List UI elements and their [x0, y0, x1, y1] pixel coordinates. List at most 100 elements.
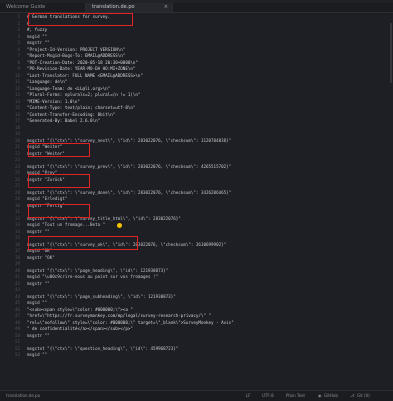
code-text: msgstr "" [27, 40, 50, 45]
code-text: "MIME-Version: 1.0\n" [27, 98, 80, 104]
line-number: 5 [17, 40, 20, 45]
line-number: 40 [14, 267, 20, 273]
code-line[interactable]: 50 msgstr "" [15, 333, 393, 339]
vertical-scrollbar[interactable] [389, 13, 393, 390]
code-text: "Content-Type: text/plain; charset=utf-8… [27, 105, 136, 110]
code-line[interactable]: 47 "href=\"https://fr.surveymonkey.com/mp… [15, 313, 393, 319]
line-number: 50 [14, 332, 20, 338]
code-line[interactable]: 6 "Project-Id-Version: PROJECT VERSION\n" [17, 46, 393, 53]
line-number: 39 [14, 261, 20, 266]
code-editor[interactable]: 1 # German translations for survey. 2 #3 #, … [15, 13, 393, 390]
line-number: 28 [14, 189, 20, 195]
line-number: 20 [14, 137, 20, 143]
code-line[interactable]: 18 [15, 125, 393, 131]
close-icon[interactable]: × [164, 3, 168, 12]
code-line[interactable]: 13 "Plural-Forms: nplurals=2; plural=(n !… [15, 92, 393, 98]
code-line[interactable]: 42 msgstr "" [15, 280, 393, 287]
code-line[interactable]: 44 msgctxt "{\"ctx\": \"page_subheading\"… [15, 293, 393, 300]
code-line[interactable]: 41 msgid "\u00c9crire-nous au point sur v… [15, 274, 393, 280]
code-line[interactable]: 51 [15, 339, 393, 345]
code-line[interactable]: 43 [15, 287, 393, 293]
code-line[interactable]: 40 msgctxt "{\"ctx\": \"page_heading\", \… [15, 268, 393, 274]
code-text: "POT-Creation-Date: 2020-05-18 20:30+000… [27, 59, 138, 65]
code-text: "Language-Team: de <LL@li.org>\n" [27, 85, 111, 91]
highlight-box-title [28, 236, 138, 250]
code-line[interactable]: 9 "PO-Revision-Date: YEAR-MO-DA HO:MI+ZON… [17, 66, 393, 72]
highlight-box-header [28, 13, 133, 26]
code-line[interactable]: 5 msgstr "" [17, 40, 393, 46]
code-line[interactable]: 53 msgid "" [15, 352, 393, 358]
code-text: msgctxt "{\"ctx\": \"survey_done\", \"id… [27, 189, 232, 195]
line-number: 48 [14, 319, 20, 325]
code-text: #, fuzzy [27, 27, 48, 32]
status-line-ending[interactable]: LF [246, 392, 251, 400]
tab-welcome-guide[interactable]: Welcome Guide [0, 3, 85, 12]
code-text: "Content-Transfer-Encoding: 8bit\n" [27, 111, 116, 117]
line-number: 25 [14, 170, 20, 175]
tab-translation-file[interactable]: translation.de.po × [85, 3, 173, 12]
status-encoding[interactable]: UTF-8 [262, 392, 274, 400]
code-text: "rel=\"nofollow\" style=\"color: #000000… [27, 319, 234, 325]
code-text: msgstr "OK" [27, 254, 55, 260]
code-text: "Project-Id-Version: PROJECT VERSION\n" [27, 46, 126, 52]
code-text: "<sub><span style=\"color: #000000;\"><a… [27, 306, 133, 312]
code-line[interactable]: 38 msgstr "OK" [15, 254, 393, 261]
line-number: 17 [14, 118, 20, 123]
line-number: 23 [14, 157, 20, 162]
line-number: 36 [14, 241, 20, 247]
code-line[interactable]: 10 "Last-Translator: FULL NAME <EMAIL@ADD… [15, 73, 393, 79]
code-line[interactable]: 46 "<sub><span style=\"color: #000000;\">… [15, 306, 393, 313]
code-text: "Generated-By: Babel 2.6.0\n" [27, 118, 101, 123]
code-line[interactable]: 15 "Content-Type: text/plain; charset=utf… [15, 105, 393, 111]
line-number: 27 [14, 183, 20, 188]
code-text: "Report-Msgid-Bugs-To: EMAIL@ADDRESS\n" [27, 53, 126, 58]
code-line[interactable]: 8 "POT-Creation-Date: 2020-05-18 20:30+00… [17, 59, 393, 66]
line-number: 33 [14, 222, 20, 227]
code-line[interactable]: 29 msgid "Erledigt" [15, 196, 393, 202]
code-line[interactable]: 34 msgstr "" [15, 229, 393, 235]
code-line[interactable]: 28 msgctxt "{\"ctx\": \"survey_done\", \"… [15, 189, 393, 196]
code-line[interactable]: 16 "Content-Transfer-Encoding: 8bit\n" [15, 111, 393, 118]
tab-bar: Welcome Guide translation.de.po × [0, 3, 393, 13]
status-github[interactable]: GitHub [324, 392, 338, 400]
git-icon[interactable]: ⎇ [350, 392, 355, 400]
code-text: "href=\"https://fr.surveymonkey.com/mp/l… [27, 313, 212, 318]
status-git[interactable]: Git (0) [357, 392, 370, 400]
line-number: 2 [17, 20, 20, 26]
status-file-name[interactable]: translation.de.po [6, 392, 40, 400]
code-line[interactable]: 48 "rel=\"nofollow\" style=\"color: #0000… [15, 319, 393, 326]
code-line[interactable]: 33 msgid "Tout un fromage...Beta " [15, 222, 393, 228]
line-number: 41 [14, 274, 20, 279]
line-number: 21 [14, 144, 20, 149]
code-text: msgid "\u00c9crire-nous au point sur vos… [27, 274, 159, 279]
code-line[interactable]: 14 "MIME-Version: 1.0\n" [15, 98, 393, 105]
code-line[interactable]: 23 [15, 157, 393, 163]
code-line[interactable]: 45 msgid "" [15, 300, 393, 306]
highlight-box-done [28, 204, 90, 218]
code-text: msgctxt "{\"ctx\": \"page_subheading\", … [27, 293, 176, 299]
line-number: 12 [14, 85, 20, 91]
code-line[interactable]: 24 msgctxt "{\"ctx\": \"survey_prev\", \"… [15, 164, 393, 170]
line-number: 31 [14, 209, 20, 214]
code-line[interactable]: 49 " de confidentialité</a></span></sub><… [15, 326, 393, 332]
scrollbar-thumb[interactable] [390, 23, 392, 83]
status-grammar[interactable]: Plain Text [286, 392, 305, 400]
code-line[interactable]: 39 [15, 261, 393, 267]
line-number: 16 [14, 111, 20, 117]
code-text: msgstr "" [27, 280, 50, 286]
code-line[interactable]: 11 "Language: de\n" [15, 79, 393, 85]
code-line[interactable]: 3 #, fuzzy [17, 27, 393, 33]
code-line[interactable]: 4 msgid "" [17, 34, 393, 40]
code-line[interactable]: 19 [15, 131, 393, 137]
code-line[interactable]: 52 msgctxt "{\"ctx\": \"question_heading\… [15, 346, 393, 352]
tab-label: translation.de.po [92, 4, 135, 10]
code-line[interactable]: 17 "Generated-By: Babel 2.6.0\n" [15, 118, 393, 124]
github-icon[interactable]: ◉ [318, 392, 322, 400]
line-number: 34 [14, 228, 20, 234]
code-line[interactable]: 12 "Language-Team: de <LL@li.org>\n" [15, 85, 393, 92]
line-number: 37 [14, 248, 20, 253]
code-text: msgid "Erledigt" [27, 196, 68, 201]
line-number: 44 [14, 293, 20, 299]
line-number: 53 [14, 352, 20, 357]
code-line[interactable]: 7 "Report-Msgid-Bugs-To: EMAIL@ADDRESS\n" [17, 53, 393, 59]
